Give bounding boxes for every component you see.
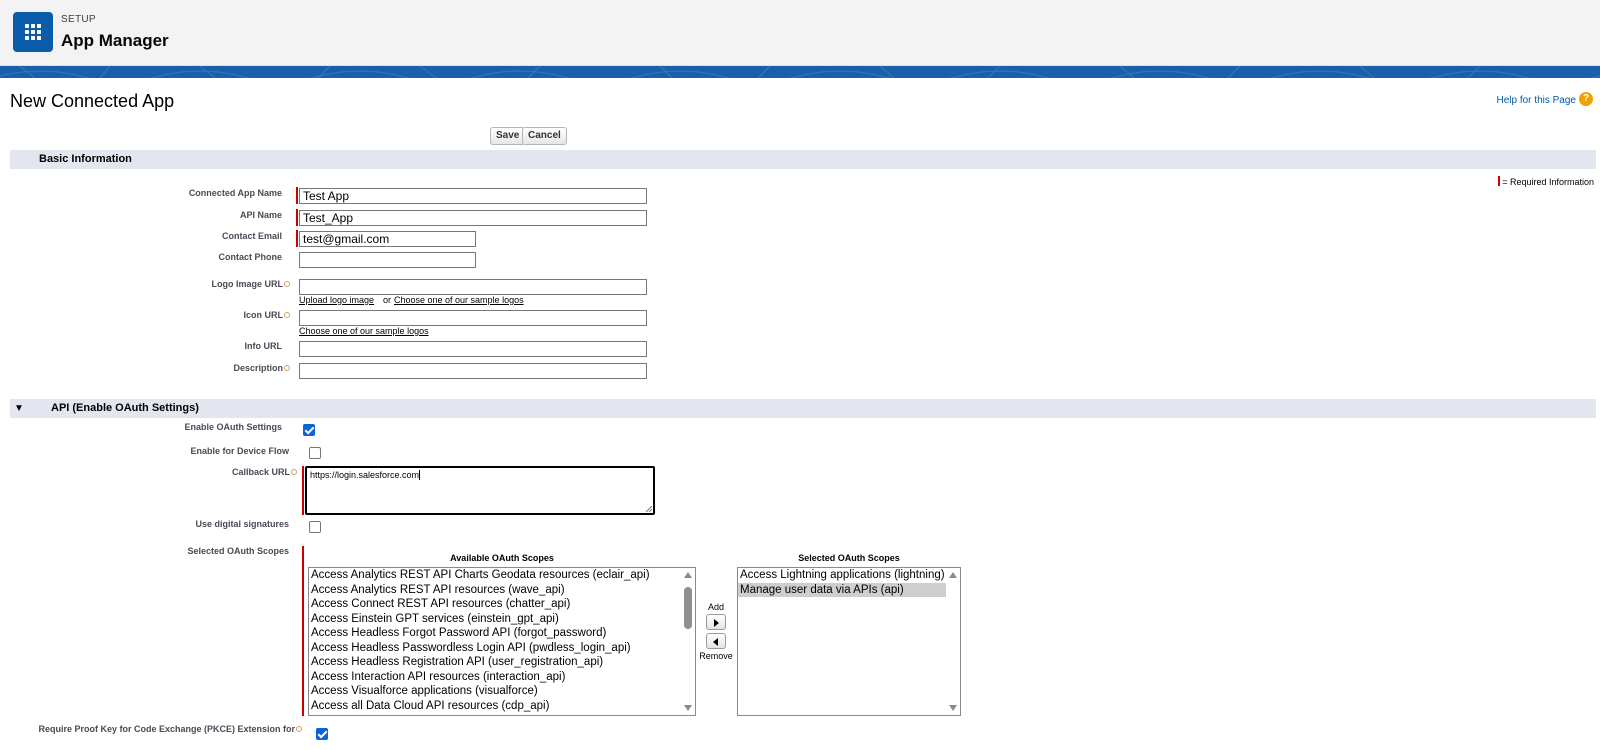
setup-header: SETUP App Manager [0, 0, 1600, 66]
pkce-checkbox[interactable] [316, 728, 328, 740]
icon-url-label: Icon URL [243, 310, 290, 320]
api-name-label: API Name [239, 210, 282, 220]
contact-phone-label: Contact Phone [218, 252, 282, 262]
scope-option[interactable]: Access Headless Passwordless Login API (… [309, 641, 695, 656]
pkce-label-text: Require Proof Key for Code Exchange (PKC… [38, 724, 295, 734]
logo-image-url-input[interactable] [299, 279, 647, 295]
contact-phone-input[interactable] [299, 252, 476, 268]
arrow-left-icon [713, 638, 718, 646]
contact-email-label: Contact Email [221, 231, 282, 241]
connected-app-name-input[interactable] [299, 188, 647, 204]
setup-kicker: SETUP [61, 14, 96, 25]
required-legend: = Required Information [1498, 176, 1594, 187]
section-title: API (Enable OAuth Settings) [51, 402, 199, 414]
icon-sample-logos-link[interactable]: Choose one of our sample logos [299, 326, 429, 336]
selected-scopes-scrollbar[interactable] [946, 568, 960, 715]
enable-oauth-label: Enable OAuth Settings [184, 422, 282, 432]
help-icon[interactable]: ? [1579, 92, 1593, 106]
scope-option[interactable]: Access Interaction API resources (intera… [309, 670, 695, 685]
collapse-triangle-icon[interactable]: ▼ [14, 403, 24, 414]
cancel-button[interactable]: Cancel [522, 127, 567, 145]
info-icon[interactable] [296, 726, 302, 732]
icon-url-label-text: Icon URL [243, 310, 284, 320]
scope-option[interactable]: Access Headless Registration API (user_r… [309, 655, 695, 670]
connected-app-name-label: Connected App Name [188, 188, 282, 198]
scroll-down-icon[interactable] [684, 705, 692, 711]
available-scopes-options: Access Analytics REST API Charts Geodata… [309, 568, 695, 713]
scroll-up-icon[interactable] [684, 572, 692, 578]
scope-option[interactable]: Access all Data Cloud API resources (cdp… [309, 699, 695, 714]
oauth-scopes-label: Selected OAuth Scopes [187, 546, 289, 556]
remove-scope-button[interactable] [706, 633, 726, 649]
available-scopes-title: Available OAuth Scopes [450, 553, 554, 563]
scope-option[interactable]: Access Connect REST API resources (chatt… [309, 597, 695, 612]
required-marker [302, 466, 304, 515]
remove-label: Remove [699, 651, 733, 661]
description-label: Description [233, 363, 290, 373]
icon-url-input[interactable] [299, 310, 647, 326]
required-marker [296, 209, 298, 226]
page-title: New Connected App [10, 91, 175, 111]
required-marker [296, 230, 298, 247]
sample-logos-link[interactable]: Choose one of our sample logos [394, 295, 524, 305]
scroll-up-icon[interactable] [949, 572, 957, 578]
info-icon[interactable] [291, 469, 297, 475]
save-button[interactable]: Save [490, 127, 526, 145]
selected-scopes-options: Access Lightning applications (lightning… [738, 568, 960, 597]
scope-option[interactable]: Access Visualforce applications (visualf… [309, 684, 695, 699]
scope-option[interactable]: Access Analytics REST API Charts Geodata… [309, 568, 695, 583]
help-link[interactable]: Help for this Page [1497, 95, 1577, 106]
required-marker [302, 546, 304, 716]
text-cursor [419, 470, 421, 480]
resize-grip-icon[interactable] [646, 506, 652, 512]
available-scopes-list[interactable]: Access Analytics REST API Charts Geodata… [308, 567, 696, 716]
scope-option[interactable]: Access Headless Forgot Password API (for… [309, 626, 695, 641]
callback-url-textarea[interactable]: https://login.salesforce.com [305, 466, 655, 515]
api-name-input[interactable] [299, 210, 647, 226]
scroll-down-icon[interactable] [949, 705, 957, 711]
callback-url-label: Callback URL [232, 467, 297, 477]
basic-information-section: Basic Information [10, 150, 1596, 169]
device-flow-checkbox[interactable] [309, 447, 321, 459]
upload-logo-link[interactable]: Upload logo image [299, 295, 374, 305]
selected-scopes-title: Selected OAuth Scopes [798, 553, 900, 563]
contact-email-input[interactable] [299, 231, 476, 247]
page-header-title: App Manager [61, 31, 169, 50]
scope-option[interactable]: Access Einstein GPT services (einstein_g… [309, 612, 695, 627]
info-url-input[interactable] [299, 341, 647, 357]
required-marker [296, 187, 298, 204]
description-input[interactable] [299, 363, 647, 379]
pkce-label: Require Proof Key for Code Exchange (PKC… [38, 724, 302, 734]
required-marker [1498, 176, 1501, 186]
scope-option[interactable]: Access Lightning applications (lightning… [738, 568, 960, 583]
info-icon[interactable] [284, 281, 290, 287]
callback-url-label-text: Callback URL [231, 467, 290, 477]
add-label: Add [707, 602, 724, 612]
or-text: or [383, 295, 392, 305]
info-url-label: Info URL [244, 341, 283, 351]
digital-signatures-label: Use digital signatures [195, 519, 289, 529]
description-label-text: Description [233, 363, 283, 373]
brand-band [0, 66, 1600, 78]
available-scopes-scrollbar[interactable] [681, 568, 695, 715]
logo-image-url-label-text: Logo Image URL [211, 279, 284, 289]
scroll-thumb[interactable] [684, 587, 692, 629]
scope-option[interactable]: Access Analytics REST API resources (wav… [309, 583, 695, 598]
api-oauth-section[interactable]: ▼ API (Enable OAuth Settings) [10, 399, 1596, 418]
add-scope-button[interactable] [706, 614, 726, 630]
info-icon[interactable] [284, 312, 290, 318]
digital-signatures-checkbox[interactable] [309, 521, 321, 533]
selected-scopes-list[interactable]: Access Lightning applications (lightning… [737, 567, 961, 716]
device-flow-label: Enable for Device Flow [190, 446, 289, 456]
required-legend-text: = Required Information [1502, 177, 1594, 187]
app-launcher-grid-icon[interactable] [13, 12, 53, 52]
info-icon[interactable] [284, 365, 290, 371]
enable-oauth-checkbox[interactable] [303, 424, 315, 436]
scope-option[interactable]: Manage user data via APIs (api) [738, 582, 960, 597]
arrow-right-icon [714, 619, 719, 627]
section-title: Basic Information [39, 153, 132, 165]
logo-image-url-label: Logo Image URL [211, 279, 290, 289]
callback-url-value: https://login.salesforce.com [310, 470, 420, 480]
